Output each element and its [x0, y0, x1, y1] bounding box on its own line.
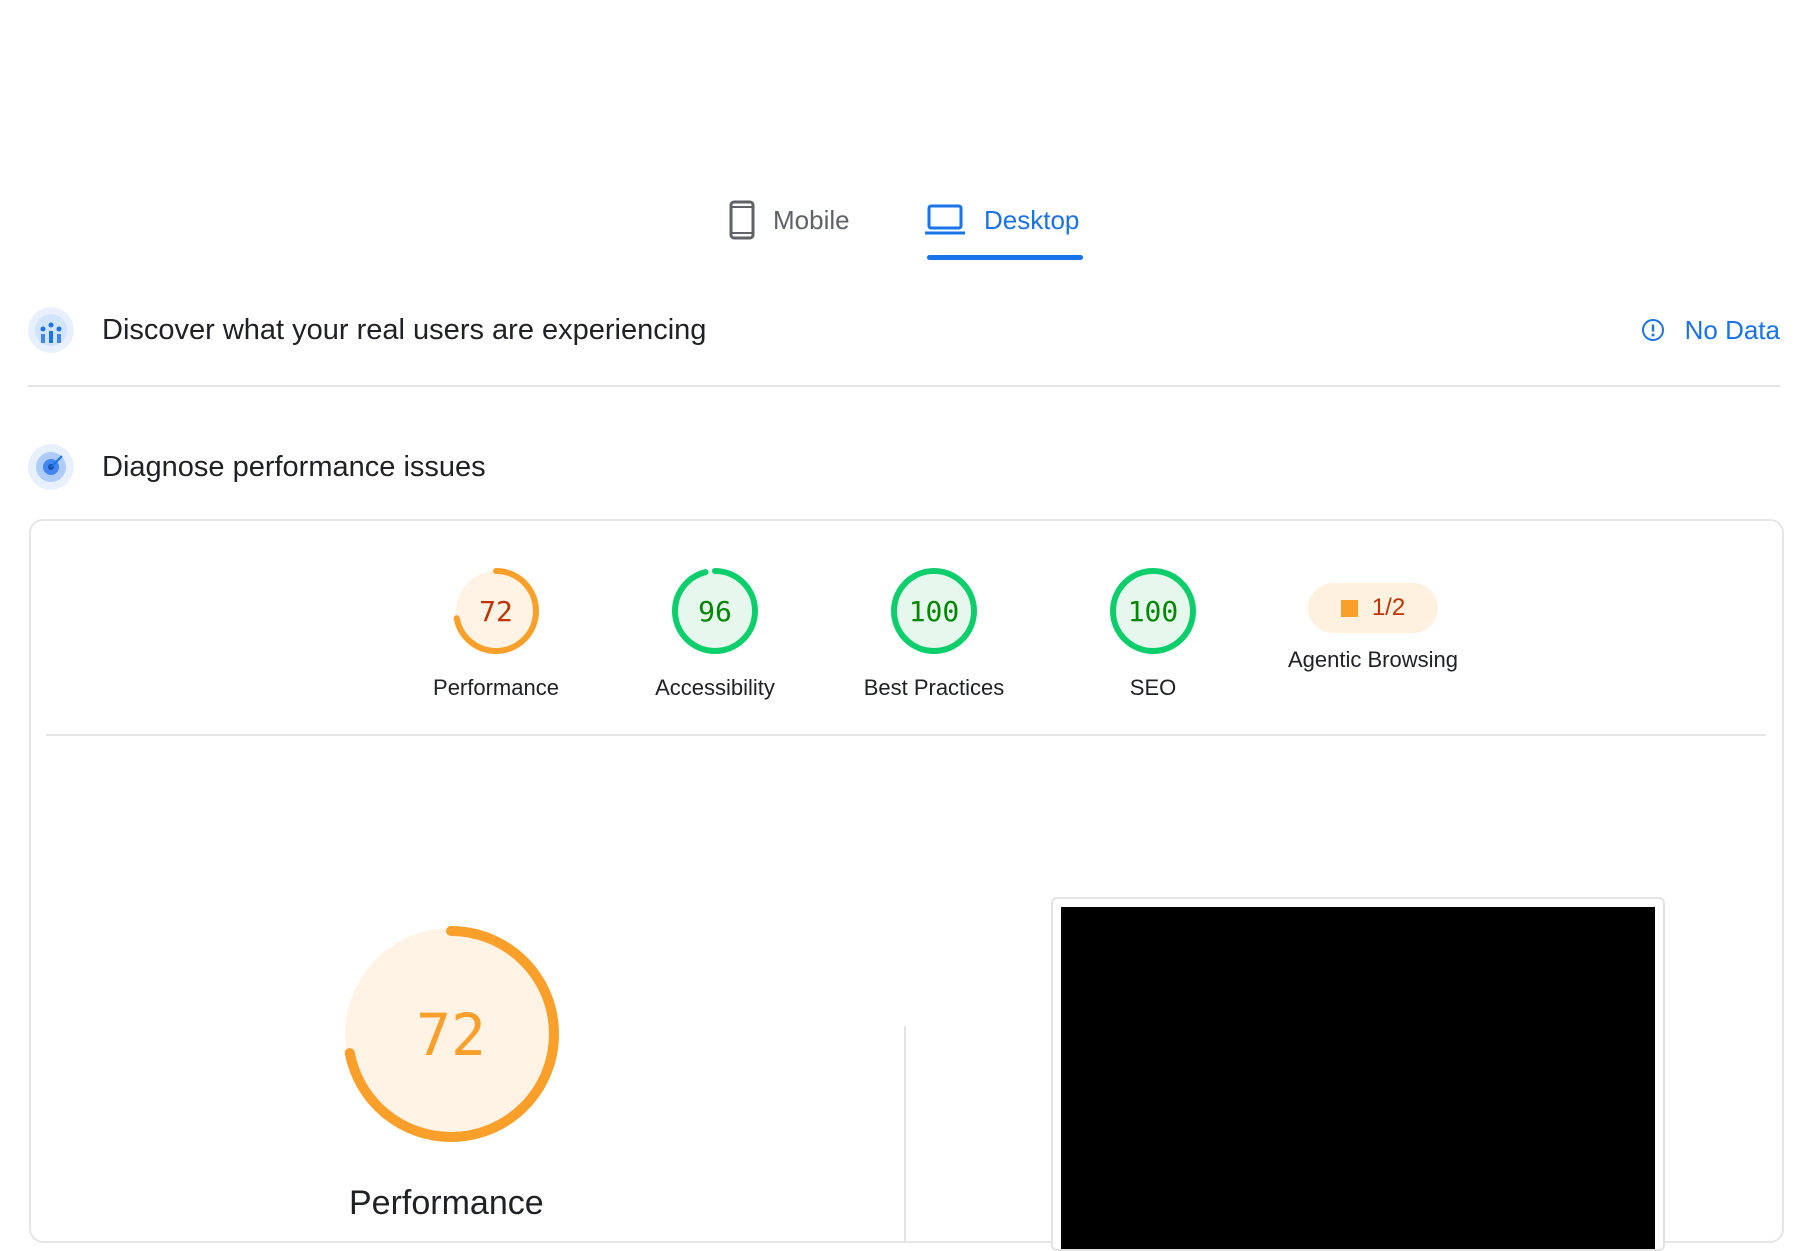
crux-section-header: Discover what your real users are experi… — [28, 300, 1780, 360]
performance-big-label: Performance — [349, 1184, 544, 1222]
score-value: 1/2 — [1371, 594, 1406, 621]
score-gauge-accessibility[interactable]: 96 Accessibility — [605, 561, 825, 701]
score-label: Agentic Browsing — [1288, 647, 1458, 672]
crux-title: Discover what your real users are experi… — [102, 313, 707, 346]
tab-desktop[interactable]: Desktop — [924, 180, 1079, 260]
form-factor-tabs: Mobile Desktop — [0, 180, 1800, 270]
laptop-icon — [925, 204, 965, 235]
score-value: 96 — [698, 595, 732, 628]
score-label: Performance — [433, 675, 559, 700]
gauge-ring: 72 — [453, 568, 539, 654]
average-square-icon — [1340, 599, 1358, 617]
score-label: Best Practices — [863, 675, 1005, 700]
performance-big-gauge: 72 — [336, 919, 566, 1154]
final-screenshot-frame — [1051, 897, 1665, 1251]
final-screenshot-image — [1061, 907, 1655, 1249]
gauge-ring: 100 — [891, 568, 977, 654]
no-data-label: No Data — [1684, 314, 1780, 345]
score-value: 100 — [1128, 595, 1179, 628]
score-gauge-best-practices[interactable]: 100 Best Practices — [824, 561, 1044, 701]
diagnose-title: Diagnose performance issues — [102, 450, 486, 483]
tab-mobile-label: Mobile — [773, 204, 850, 235]
users-chart-icon — [28, 307, 74, 353]
agentic-score-pill: 1/2 — [1308, 583, 1438, 633]
score-label: SEO — [1129, 675, 1177, 700]
score-gauge-performance[interactable]: 72 Performance — [386, 561, 606, 701]
no-data-link[interactable]: No Data — [1641, 300, 1780, 360]
lighthouse-report-card: 72 Performance 96 Accessibility 100 Best… — [29, 519, 1784, 1251]
score-label: Accessibility — [655, 675, 775, 700]
gauge-ring: 100 — [1110, 568, 1196, 654]
score-value: 72 — [479, 595, 513, 628]
vertical-divider — [904, 1026, 906, 1241]
big-score-value: 72 — [416, 1001, 486, 1069]
score-gauge-agentic-browsing[interactable]: 1/2 Agentic Browsing — [1263, 561, 1483, 673]
tab-desktop-label: Desktop — [984, 204, 1080, 235]
info-icon — [1641, 319, 1664, 341]
section-divider — [28, 385, 1780, 387]
big-gauge-ring: 72 — [343, 926, 559, 1142]
card-divider — [46, 734, 1766, 736]
phone-icon — [729, 200, 755, 240]
gauge-ring: 96 — [672, 568, 758, 654]
score-gauge-seo[interactable]: 100 SEO — [1043, 561, 1263, 701]
score-value: 100 — [909, 595, 960, 628]
diagnose-section-header: Diagnose performance issues — [28, 437, 1780, 497]
radar-icon — [28, 444, 74, 490]
tab-mobile[interactable]: Mobile — [729, 180, 850, 260]
active-tab-indicator — [927, 255, 1083, 260]
